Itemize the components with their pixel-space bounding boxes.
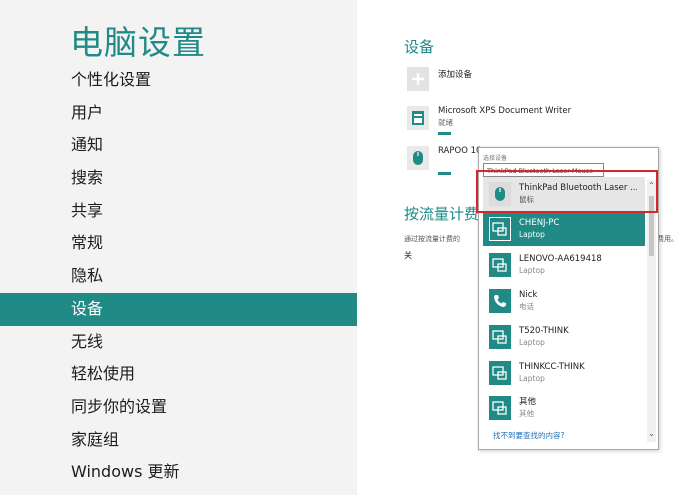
settings-nav-list: 个性化设置 用户 通知 搜索 共享 常规 隐私 设备 无线 轻松使用 同步你的设… — [0, 64, 357, 489]
page-title: 电脑设置 — [70, 23, 206, 62]
nav-item-share[interactable]: 共享 — [0, 195, 357, 228]
picker-item-type: Laptop — [519, 338, 545, 347]
printer-icon — [407, 106, 429, 130]
scroll-thumb[interactable] — [649, 196, 654, 256]
laptop-icon — [489, 217, 511, 241]
add-device-label: 添加设备 — [438, 70, 473, 80]
laptop-icon — [489, 325, 511, 349]
nav-item-privacy[interactable]: 隐私 — [0, 260, 357, 293]
device-progress-bar — [438, 172, 451, 175]
mouse-icon — [489, 182, 511, 206]
metered-description-tail: 费用。 — [657, 235, 678, 243]
picker-item-type: Laptop — [519, 266, 545, 275]
settings-nav-pane: 电脑设置 个性化设置 用户 通知 搜索 共享 常规 隐私 设备 无线 轻松使用 … — [0, 0, 357, 495]
nav-item-windows-update[interactable]: Windows 更新 — [0, 456, 357, 489]
picker-item-name: Nick — [519, 290, 538, 300]
scroll-up-icon[interactable]: ⌃ — [647, 181, 656, 191]
laptop-icon — [489, 253, 511, 277]
picker-item-name: 其他 — [519, 397, 537, 407]
picker-item-thinkpad-mouse[interactable]: ThinkPad Bluetooth Laser ... 鼠标 — [483, 177, 645, 211]
laptop-icon — [489, 396, 511, 420]
picker-item-thinkcc[interactable]: THINKCC-THINK Laptop — [483, 356, 645, 390]
nav-item-ease-of-access[interactable]: 轻松使用 — [0, 358, 357, 391]
picker-item-name: CHENJ-PC — [519, 218, 560, 228]
not-found-link[interactable]: 找不到要查找的内容? — [493, 430, 564, 441]
mouse-icon — [407, 146, 429, 170]
phone-icon — [489, 289, 511, 313]
add-device-button[interactable]: 添加设备 — [407, 67, 472, 99]
metered-toggle[interactable]: 关 — [404, 250, 412, 261]
device-tooltip: ThinkPad Bluetooth Laser Mouse — [483, 163, 604, 177]
picker-item-chenj-pc[interactable]: CHENJ-PC Laptop — [483, 212, 645, 246]
metered-section-title: 按流量计费 — [404, 205, 480, 223]
device-item[interactable]: Microsoft XPS Document Writer 就绪 — [407, 106, 571, 138]
picker-item-nick[interactable]: Nick 电话 — [483, 284, 645, 318]
picker-item-type: Laptop — [519, 230, 545, 239]
picker-item-other[interactable]: 其他 其他 — [483, 391, 645, 425]
nav-item-search[interactable]: 搜索 — [0, 162, 357, 195]
nav-item-personalize[interactable]: 个性化设置 — [0, 64, 357, 97]
picker-item-type: 鼠标 — [519, 195, 534, 204]
devices-section-title: 设备 — [404, 38, 435, 56]
nav-item-notifications[interactable]: 通知 — [0, 129, 357, 162]
device-progress-bar — [438, 132, 451, 135]
device-name: RAPOO 10 — [438, 146, 482, 156]
picker-item-name: THINKCC-THINK — [519, 362, 585, 372]
picker-item-name: LENOVO-AA619418 — [519, 254, 602, 264]
nav-item-users[interactable]: 用户 — [0, 97, 357, 130]
picker-item-type: Laptop — [519, 374, 545, 383]
nav-item-devices[interactable]: 设备 — [0, 292, 357, 326]
picker-item-name: T520-THINK — [519, 326, 569, 336]
laptop-icon — [489, 361, 511, 385]
nav-item-sync-settings[interactable]: 同步你的设置 — [0, 391, 357, 424]
popup-header: 选择设备 — [483, 155, 508, 162]
picker-item-type: 其他 — [519, 409, 534, 418]
nav-item-wireless[interactable]: 无线 — [0, 326, 357, 359]
picker-item-lenovo[interactable]: LENOVO-AA619418 Laptop — [483, 248, 645, 282]
plus-icon — [407, 67, 429, 91]
device-status: 就绪 — [438, 118, 453, 127]
metered-description: 通过按流量计费的 — [404, 235, 460, 243]
nav-item-general[interactable]: 常规 — [0, 227, 357, 260]
device-name: Microsoft XPS Document Writer — [438, 106, 572, 116]
picker-item-type: 电话 — [519, 302, 534, 311]
nav-item-homegroup[interactable]: 家庭组 — [0, 424, 357, 457]
picker-item-name: ThinkPad Bluetooth Laser ... — [519, 183, 637, 193]
scroll-down-icon[interactable]: ⌄ — [647, 429, 656, 439]
picker-item-t520[interactable]: T520-THINK Laptop — [483, 320, 645, 354]
